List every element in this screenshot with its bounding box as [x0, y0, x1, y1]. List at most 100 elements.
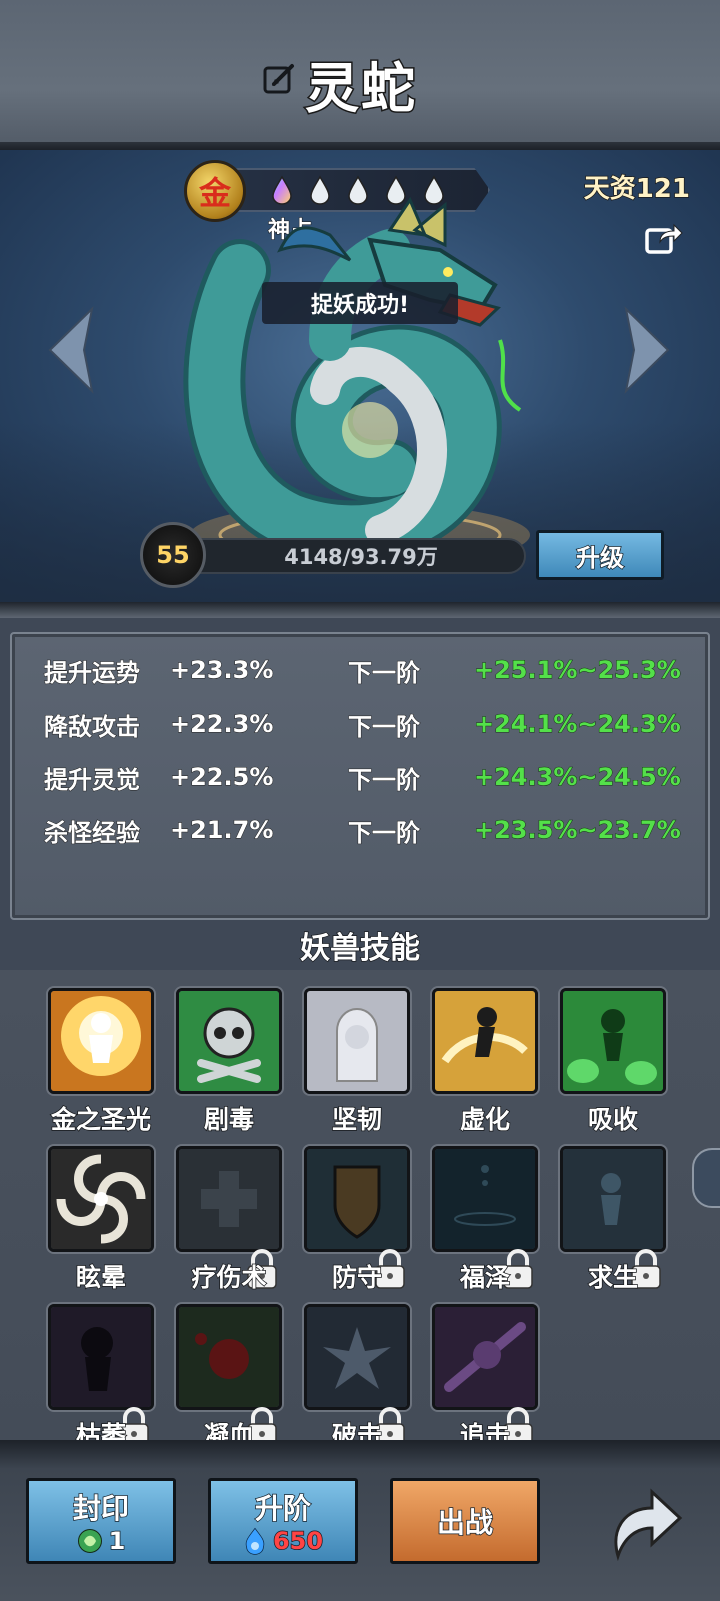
golden-light-icon [51, 991, 151, 1091]
stat-row: 杀怪经验 +21.7% 下一阶 +23.5%~23.7% [44, 810, 694, 850]
vortex-icon [51, 1149, 151, 1249]
skill-survive[interactable]: 求生 [560, 1146, 668, 1296]
wither-figure-icon [51, 1307, 151, 1407]
pursuit-slash-icon [435, 1307, 535, 1407]
skill-phantom[interactable]: 虚化 [432, 988, 540, 1138]
capture-success-toast: 捉妖成功! [262, 282, 458, 324]
skill-label: 虚化 [459, 1104, 511, 1135]
stat-name: 杀怪经验 [44, 818, 141, 847]
stat-row: 降敌攻击 +22.3% 下一阶 +24.1%~24.3% [44, 704, 694, 744]
skill-icon-frame [304, 1304, 410, 1410]
seal-button[interactable]: 封印 1 [26, 1478, 176, 1564]
figure-icon [563, 1149, 663, 1249]
upgrade-button[interactable]: 升级 [536, 530, 664, 580]
next-tier-range: +24.1%~24.3% [474, 710, 682, 739]
stat-row: 提升灵觉 +22.5% 下一阶 +24.3%~24.5% [44, 757, 694, 797]
absorb-leaf-icon [563, 991, 663, 1091]
beast-display: 金 神占 天资121 捉妖成功! 55 4148/93.79万 升级 [0, 150, 720, 602]
skill-label: 福泽 [459, 1262, 511, 1293]
skill-icon-frame [432, 1304, 538, 1410]
skill-label: 疗伤术 [191, 1262, 268, 1293]
skill-tenacity[interactable]: 坚韧 [304, 988, 412, 1138]
stat-name: 提升运势 [44, 658, 141, 687]
skills-section-title: 妖兽技能 [299, 930, 421, 967]
skill-icon-frame [304, 988, 410, 1094]
skill-label: 金之圣光 [50, 1104, 152, 1135]
seal-orb-icon [77, 1529, 102, 1553]
back-arrow-icon[interactable] [600, 1478, 684, 1564]
skill-icon-frame [304, 1146, 410, 1252]
title-bar: 灵蛇 [0, 0, 720, 150]
share-icon[interactable] [644, 220, 684, 256]
next-tier-range: +25.1%~25.3% [474, 656, 682, 685]
hooded-figure-icon [307, 991, 407, 1091]
stat-value: +22.3% [170, 710, 274, 739]
skill-icon-frame [48, 1304, 154, 1410]
next-tier-range: +23.5%~23.7% [474, 816, 682, 845]
advance-button[interactable]: 升阶 650 [208, 1478, 358, 1564]
skill-label: 求生 [587, 1262, 639, 1293]
skill-icon-frame [432, 988, 538, 1094]
side-drawer-tab[interactable] [692, 1148, 720, 1208]
seal-count: 1 [108, 1526, 126, 1556]
skill-deadly-poison[interactable]: 剧毒 [176, 988, 284, 1138]
blue-flame-icon [245, 1527, 265, 1555]
previous-beast-arrow-icon[interactable] [46, 305, 96, 395]
skull-icon [179, 991, 279, 1091]
exp-bar: 4148/93.79万 [196, 538, 526, 574]
stat-value: +23.3% [170, 656, 274, 685]
seal-label: 封印 [72, 1491, 130, 1526]
advance-label: 升阶 [254, 1491, 312, 1526]
section-divider [0, 602, 720, 618]
next-tier-label: 下一阶 [348, 712, 421, 741]
skill-icon-frame [560, 988, 666, 1094]
stat-name: 提升灵觉 [44, 765, 141, 794]
skill-label: 吸收 [587, 1104, 639, 1135]
shield-icon [307, 1149, 407, 1249]
stats-panel: 提升运势 +23.3% 下一阶 +25.1%~25.3% 降敌攻击 +22.3%… [10, 632, 710, 920]
aptitude-value: 天资121 [583, 173, 691, 205]
skill-icon-frame [432, 1146, 538, 1252]
skill-icon-frame [176, 1146, 282, 1252]
stat-value: +21.7% [170, 816, 274, 845]
battle-button[interactable]: 出战 [390, 1478, 540, 1564]
skill-heal[interactable]: 疗伤术 [176, 1146, 284, 1296]
skill-label: 剧毒 [203, 1104, 255, 1135]
water-bubble-icon [435, 1149, 535, 1249]
level-badge: 55 [140, 522, 206, 588]
next-tier-label: 下一阶 [348, 765, 421, 794]
skill-wither[interactable]: 枯萎 [48, 1304, 156, 1454]
battle-label: 出战 [436, 1505, 494, 1540]
stat-row: 提升运势 +23.3% 下一阶 +25.1%~25.3% [44, 650, 694, 690]
blood-fruit-icon [179, 1307, 279, 1407]
next-beast-arrow-icon[interactable] [622, 305, 672, 395]
skill-shatter[interactable]: 破击 [304, 1304, 412, 1454]
skill-icon-frame [48, 988, 154, 1094]
skill-label: 坚韧 [331, 1104, 383, 1135]
skill-absorb[interactable]: 吸收 [560, 988, 668, 1138]
stat-value: +22.5% [170, 763, 274, 792]
beast-name: 灵蛇 [304, 56, 417, 122]
shatter-burst-icon [307, 1307, 407, 1407]
skill-golden-light[interactable]: 金之圣光 [48, 988, 156, 1138]
next-tier-label: 下一阶 [348, 818, 421, 847]
phantom-icon [435, 991, 535, 1091]
skill-coagulate[interactable]: 凝血 [176, 1304, 284, 1454]
edit-icon[interactable] [262, 62, 296, 96]
skill-dizzy[interactable]: 眩晕 [48, 1146, 156, 1296]
skill-icon-frame [560, 1146, 666, 1252]
skill-pursuit[interactable]: 追击 [432, 1304, 540, 1454]
stat-name: 降敌攻击 [44, 712, 141, 741]
skill-icon-frame [176, 1304, 282, 1410]
skill-icon-frame [176, 988, 282, 1094]
skill-icon-frame [48, 1146, 154, 1252]
skill-blessing[interactable]: 福泽 [432, 1146, 540, 1296]
skill-label: 防守 [331, 1262, 383, 1293]
next-tier-label: 下一阶 [348, 658, 421, 687]
seal-count-row: 1 [77, 1526, 126, 1556]
heal-cross-icon [179, 1149, 279, 1249]
advance-cost: 650 [272, 1526, 324, 1556]
rank-badge: 金 [184, 160, 246, 222]
skill-defense[interactable]: 防守 [304, 1146, 412, 1296]
next-tier-range: +24.3%~24.5% [474, 763, 682, 792]
